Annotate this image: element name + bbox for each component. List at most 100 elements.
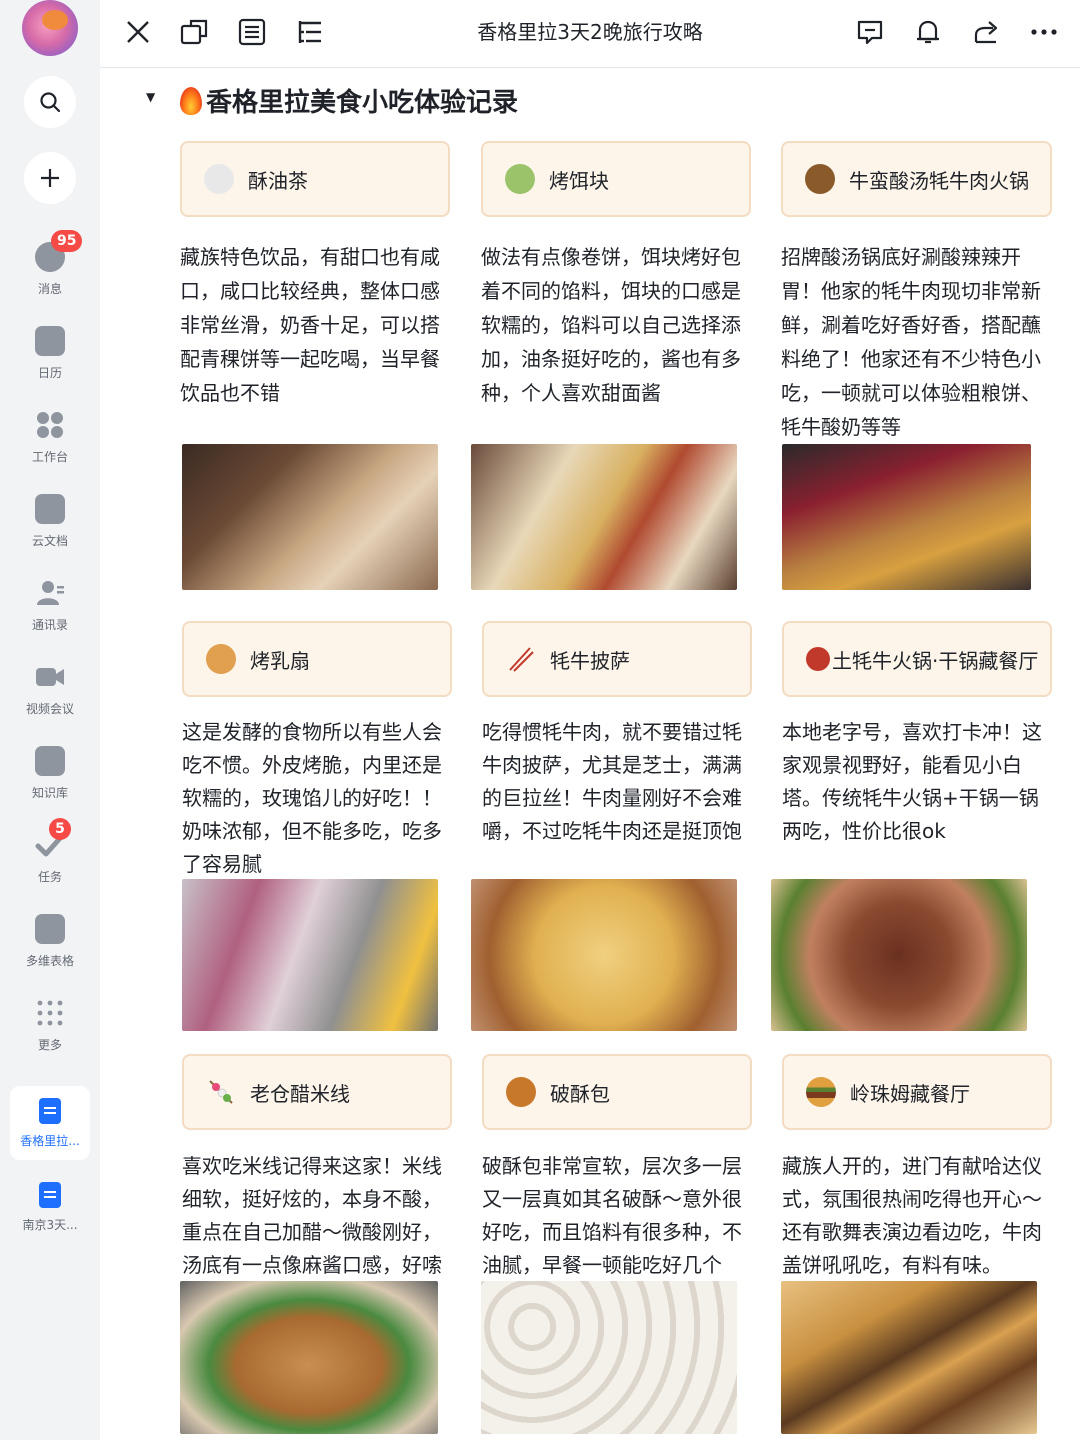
- doc-file-icon: [39, 1098, 61, 1124]
- window-icon: [180, 19, 208, 45]
- card-description: 藏族特色饮品，有甜口也有咸口，咸口比较经典，整体口感非常丝滑，奶香十足，可以搭配…: [180, 245, 440, 405]
- chat-bubble-icon: 95: [35, 230, 83, 272]
- sidebar-item-label: 通讯录: [31, 618, 68, 632]
- search-button[interactable]: [24, 76, 76, 128]
- rushan-photo: [182, 879, 438, 1031]
- section-heading: 香格里拉美食小吃体验记录: [180, 82, 518, 119]
- sidebar-doc-shangri-la[interactable]: 香格里拉...: [10, 1086, 90, 1160]
- table-of-contents-button[interactable]: [292, 14, 328, 50]
- card-header-roasted-erkuai: 烤饵块: [481, 141, 751, 217]
- collapse-toggle[interactable]: ▼: [146, 90, 155, 104]
- bowl-icon: [505, 164, 535, 194]
- sidebar-doc-label: 香格里拉...: [20, 1134, 80, 1148]
- sidebar-item-label: 更多: [37, 1038, 62, 1052]
- sidebar-item-calendar[interactable]: 日历: [0, 322, 100, 402]
- card-description: 这是发酵的食物所以有些人会吃不惯。外皮烤脆，内里还是软糯的，玫瑰馅儿的好吃！！奶…: [182, 720, 442, 876]
- sidebar-item-base[interactable]: 多维表格: [0, 910, 100, 990]
- checkmark-icon: 5: [35, 818, 71, 860]
- sidebar-item-label: 多维表格: [25, 954, 74, 968]
- yak-pizza-photo: [471, 879, 737, 1031]
- comments-button[interactable]: [852, 14, 888, 50]
- doc-file-icon: [39, 1182, 61, 1208]
- beef-pie-photo: [781, 1281, 1037, 1434]
- card-header-roasted-rushan: 烤乳扇: [182, 621, 452, 697]
- video-camera-icon: [35, 662, 65, 692]
- document-title: 香格里拉3天2晚旅行攻略: [477, 20, 703, 44]
- sidebar-item-docs[interactable]: 云文档: [0, 490, 100, 570]
- ellipsis-icon: [1031, 29, 1057, 35]
- sidebar: 95 消息 日历 工作台 云文档 通讯录 视频会议 知识库 5 任务 多维表格 …: [0, 0, 100, 1440]
- sidebar-item-more[interactable]: 更多: [0, 994, 100, 1074]
- sidebar-item-contacts[interactable]: 通讯录: [0, 574, 100, 654]
- sidebar-item-workplace[interactable]: 工作台: [0, 406, 100, 486]
- person-icon: [35, 578, 65, 608]
- sidebar-item-messages[interactable]: 95 消息: [0, 230, 100, 318]
- card-header-tibetan-restaurant: 岭珠姆藏餐厅: [782, 1054, 1052, 1130]
- sidebar-item-video-meeting[interactable]: 视频会议: [0, 658, 100, 738]
- card-description: 本地老字号，喜欢打卡冲！这家观景视野好，能看见小白塔。传统牦牛火锅+干锅一锅两吃…: [782, 720, 1042, 843]
- sidebar-item-label: 任务: [37, 870, 62, 884]
- search-icon: [40, 92, 61, 113]
- tasks-badge: 5: [49, 818, 71, 840]
- yak-hotpot-photo: [782, 444, 1031, 590]
- add-button[interactable]: [24, 152, 76, 204]
- sidebar-doc-nanjing[interactable]: 南京3天...: [10, 1170, 90, 1244]
- card-title: 牛蛮酸汤牦牛肉火锅: [849, 168, 1029, 193]
- document-toolbar: 香格里拉3天2晚旅行攻略: [100, 0, 1080, 68]
- card-description: 做法有点像卷饼，饵块烤好包着不同的馅料，饵块的口感是软糯的，馅料可以自己选择添加…: [481, 245, 741, 405]
- share-icon: [974, 21, 998, 44]
- new-window-button[interactable]: [176, 14, 212, 50]
- close-button[interactable]: [120, 14, 156, 50]
- yak-restaurant-photo: [771, 879, 1027, 1031]
- list-icon: [238, 18, 266, 46]
- butter-tea-photo: [182, 444, 438, 590]
- section-heading-text: 香格里拉美食小吃体验记录: [206, 88, 519, 118]
- sidebar-item-wiki[interactable]: 知识库: [0, 742, 100, 822]
- card-header-yak-pizza: 牦牛披萨: [482, 621, 752, 697]
- card-title: 破酥包: [550, 1081, 610, 1106]
- chopsticks-icon: [506, 644, 536, 674]
- card-description: 招牌酸汤锅底好涮酸辣辣开胃！他家的牦牛肉现切非常新鲜，涮着吃好香好香，搭配蘸料绝…: [781, 245, 1041, 439]
- more-button[interactable]: [1026, 14, 1062, 50]
- card-title: 岭珠姆藏餐厅: [850, 1081, 970, 1106]
- card-title: 酥油茶: [248, 168, 308, 193]
- croissant-icon: [206, 644, 236, 674]
- mooncake-icon: [506, 1077, 536, 1107]
- share-button[interactable]: [968, 14, 1004, 50]
- outline-button[interactable]: [234, 14, 270, 50]
- card-header-rice-noodle: 老仓醋米线: [182, 1054, 452, 1130]
- card-title: 烤饵块: [549, 168, 609, 193]
- notifications-button[interactable]: [910, 14, 946, 50]
- teapot-icon: [204, 164, 234, 194]
- sidebar-item-tasks[interactable]: 5 任务: [0, 818, 100, 906]
- sidebar-item-label: 工作台: [31, 450, 68, 464]
- plus-icon: [41, 169, 59, 187]
- sidebar-item-label: 知识库: [31, 786, 68, 800]
- document-icon: [35, 494, 65, 524]
- card-title: 牦牛披萨: [550, 648, 630, 673]
- comment-icon: [857, 20, 883, 45]
- calendar-icon: [35, 326, 65, 356]
- more-dots-icon: [35, 998, 65, 1028]
- rice-noodle-photo: [180, 1281, 438, 1434]
- sidebar-doc-label: 南京3天...: [22, 1218, 78, 1232]
- messages-badge: 95: [51, 230, 83, 252]
- card-header-yak-hotpot: 牛蛮酸汤牦牛肉火锅: [781, 141, 1052, 217]
- card-header-butter-tea: 酥油茶: [180, 141, 450, 217]
- table-grid-icon: [35, 914, 65, 944]
- sidebar-item-label: 消息: [37, 282, 62, 296]
- sidebar-item-label: 视频会议: [25, 702, 74, 716]
- close-icon: [127, 21, 149, 43]
- skewer-icon: [206, 1077, 236, 1107]
- fire-icon: [180, 87, 202, 115]
- posu-bun-photo: [481, 1281, 737, 1434]
- card-description: 藏族人开的，进门有献哈达仪式，氛围很热闹吃得也开心～还有歌舞表演边看边吃，牛肉盖…: [782, 1154, 1042, 1277]
- card-description: 破酥包非常宣软，层次多一层又一层真如其名破酥～意外很好吃，而且馅料有很多种，不油…: [482, 1154, 742, 1277]
- card-header-yak-restaurant: 土牦牛火锅·干锅藏餐厅: [782, 621, 1052, 697]
- card-title: 土牦牛火锅·干锅藏餐厅: [832, 648, 1039, 673]
- card-header-posu-bun: 破酥包: [482, 1054, 752, 1130]
- apps-grid-icon: [35, 410, 65, 440]
- toc-icon: [298, 21, 321, 43]
- card-title: 老仓醋米线: [250, 1081, 350, 1106]
- avatar[interactable]: [22, 0, 78, 56]
